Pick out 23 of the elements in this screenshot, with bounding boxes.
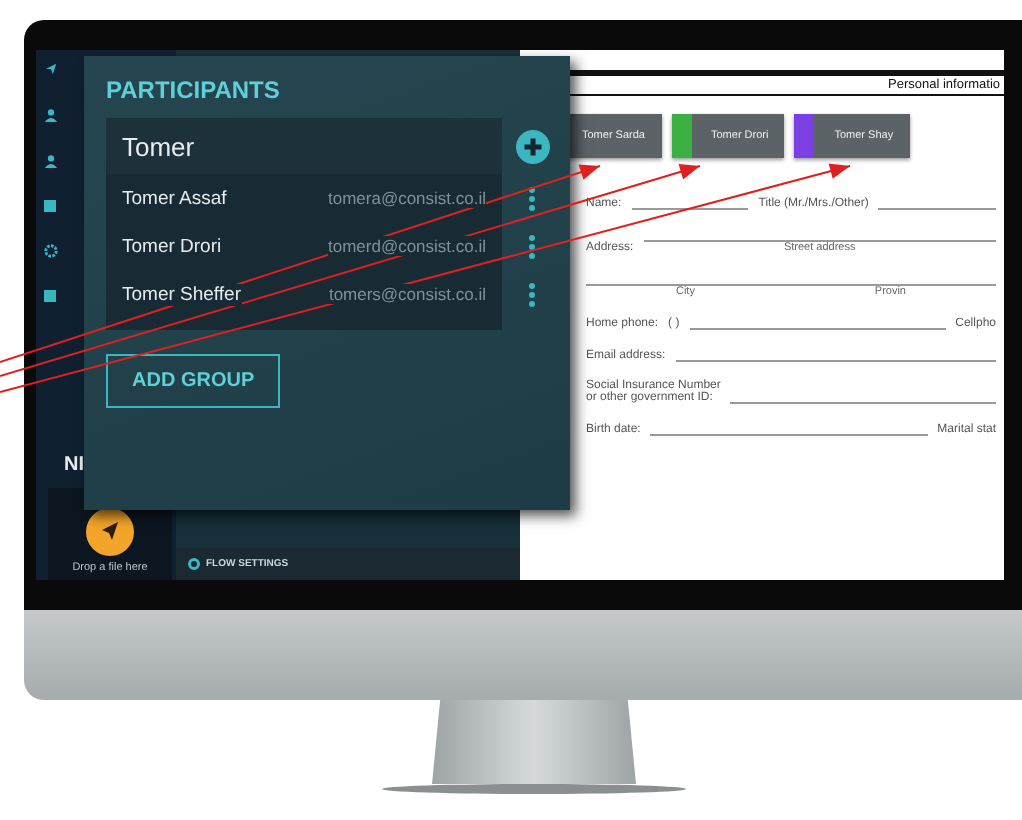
paper-plane-icon xyxy=(86,508,134,556)
more-icon[interactable] xyxy=(528,185,536,211)
user-icon[interactable] xyxy=(44,154,58,168)
participant-email: tomerd@consist.co.il xyxy=(327,236,486,256)
participant-email: tomers@consist.co.il xyxy=(328,284,486,304)
user-icon[interactable] xyxy=(44,108,58,122)
participant-name: Tomer Sheffer xyxy=(122,283,241,305)
add-group-button[interactable]: ADD GROUP xyxy=(106,354,281,408)
gear-icon xyxy=(188,558,200,570)
participant-row[interactable]: Tomer Sheffer tomers@consist.co.il xyxy=(106,270,502,318)
more-icon[interactable] xyxy=(528,233,536,259)
participant-row[interactable]: Tomer Drori tomerd@consist.co.il xyxy=(106,222,502,270)
gear-icon[interactable] xyxy=(44,244,58,258)
more-icon[interactable] xyxy=(528,281,536,307)
participant-row[interactable]: Tomer Assaf tomera@consist.co.il xyxy=(106,174,502,222)
popup-title: PARTICIPANTS xyxy=(106,76,280,104)
participant-email: tomera@consist.co.il xyxy=(327,188,486,208)
search-field[interactable]: Tomer xyxy=(106,118,502,174)
section-heading: NI xyxy=(64,454,84,476)
participant-name: Tomer Assaf xyxy=(122,187,227,209)
participant-name: Tomer Drori xyxy=(122,235,222,257)
send-icon[interactable] xyxy=(44,62,58,76)
add-icon[interactable] xyxy=(515,130,549,164)
